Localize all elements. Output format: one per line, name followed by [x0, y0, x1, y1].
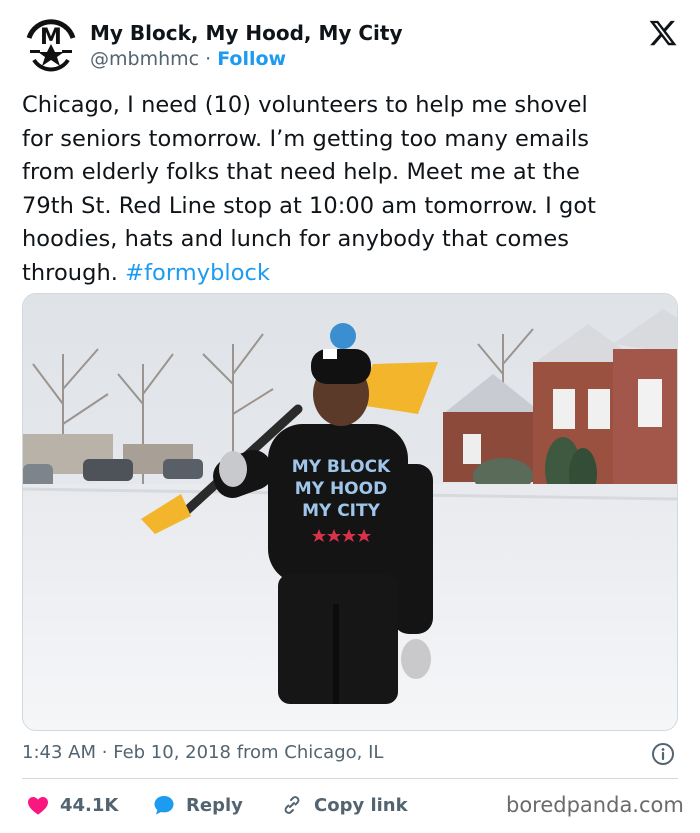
tweet-body: Chicago, I need (10) volunteers to help …	[22, 92, 597, 286]
like-button[interactable]: 44.1K	[26, 788, 118, 822]
reply-button[interactable]: Reply	[152, 788, 243, 822]
avatar-logo: M	[23, 15, 79, 72]
tweet-date[interactable]: Feb 10, 2018	[113, 742, 231, 763]
tweet-source: from Chicago, IL	[236, 742, 384, 763]
tweet-time[interactable]: 1:43 AM	[22, 742, 96, 763]
heart-icon	[28, 797, 48, 815]
tweet-meta: 1:43 AM · Feb 10, 2018 from Chicago, IL	[22, 738, 383, 768]
watermark: boredpanda.com	[506, 793, 684, 817]
meta-separator: ·	[101, 742, 108, 763]
avatar[interactable]: M	[22, 14, 80, 72]
tweet-photo[interactable]: MY BLOCK MY HOOD MY CITY	[22, 293, 678, 731]
hoodie-line-1: MY BLOCK	[292, 457, 391, 477]
reply-label: Reply	[186, 794, 243, 816]
tweet-text: Chicago, I need (10) volunteers to help …	[22, 89, 682, 290]
action-bar: 44.1K Reply Copy link	[22, 788, 492, 822]
handle[interactable]: @mbmhmc	[90, 48, 199, 70]
link-icon	[284, 796, 300, 814]
tweet-header: M My Block, My Hood, My City @mbmhmc · F…	[22, 14, 682, 78]
reply-bubble-icon	[154, 796, 174, 815]
copy-link-label: Copy link	[314, 794, 408, 816]
info-icon[interactable]	[651, 742, 675, 766]
hashtag-link[interactable]: #formyblock	[125, 260, 270, 286]
hoodie-line-3: MY CITY	[302, 501, 381, 521]
follow-button[interactable]: Follow	[217, 48, 286, 70]
divider	[22, 778, 678, 779]
photo-illustration: MY BLOCK MY HOOD MY CITY	[23, 294, 677, 730]
hoodie-line-2: MY HOOD	[295, 479, 387, 499]
separator: ·	[205, 48, 212, 70]
x-logo-icon[interactable]	[648, 18, 678, 48]
like-count: 44.1K	[60, 794, 119, 816]
handle-row: @mbmhmc · Follow	[90, 47, 286, 71]
display-name[interactable]: My Block, My Hood, My City	[90, 20, 403, 46]
copy-link-button[interactable]: Copy link	[280, 788, 408, 822]
